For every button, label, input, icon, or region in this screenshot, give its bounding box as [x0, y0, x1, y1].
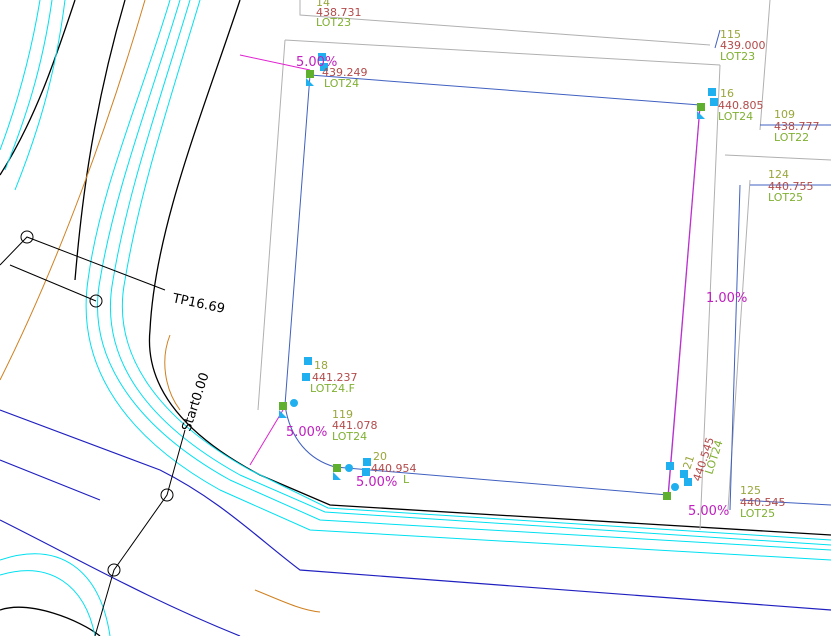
orange-bottom: [254, 589, 321, 613]
cyan-curbs: [0, 0, 831, 636]
control-circles: [0, 230, 186, 636]
p125-lot: LOT25: [740, 507, 775, 520]
p20-lot: L: [403, 473, 410, 486]
p124-lot: LOT25: [768, 191, 803, 204]
p119-lot: LOT24: [332, 430, 367, 443]
grade-label-right: 5.00%: [688, 504, 729, 519]
p14-lot: LOT23: [316, 16, 351, 29]
site-plan-svg[interactable]: 14 438.731 LOT23 115 439.000 LOT23 5.00%…: [0, 0, 831, 636]
cad-drawing-canvas[interactable]: 14 438.731 LOT23 115 439.000 LOT23 5.00%…: [0, 0, 831, 636]
p18-lot: LOT24.F: [310, 382, 355, 395]
grade-label-bottom: 5.00%: [356, 475, 397, 490]
p115-lot: LOT23: [720, 50, 755, 63]
grade-label-mid: 1.00%: [706, 291, 747, 306]
grade-label-left: 5.00%: [286, 425, 327, 440]
p20-elevation: 440.954: [371, 462, 417, 475]
ptl-lot: LOT24: [324, 77, 359, 90]
tp-label: TP16.69: [170, 291, 226, 317]
start-label: Start0.00: [180, 371, 213, 433]
road-edges: [0, 0, 831, 636]
p16-lot: LOT24: [718, 110, 753, 123]
p109-lot: LOT22: [774, 131, 809, 144]
